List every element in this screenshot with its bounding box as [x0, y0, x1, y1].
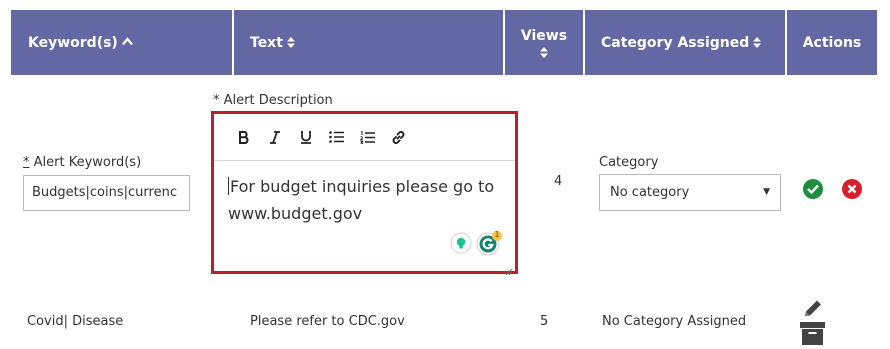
- edit-pencil-icon[interactable]: [800, 300, 826, 324]
- editor-toolbar: [214, 114, 515, 161]
- description-editor[interactable]: For budget inquiries please go to www.bu…: [211, 111, 518, 276]
- lightbulb-icon[interactable]: [450, 232, 472, 258]
- header-views[interactable]: Views: [505, 10, 583, 75]
- header-category-label: Category Assigned: [601, 34, 750, 51]
- description-field-label: * Alert Description: [213, 93, 333, 108]
- sort-both-icon: [753, 37, 762, 48]
- bullet-list-icon[interactable]: [321, 125, 352, 149]
- row-text: Please refer to CDC.gov: [250, 314, 405, 329]
- check-icon[interactable]: [803, 179, 823, 199]
- sort-up-icon: [121, 36, 133, 49]
- description-line-2: www.budget.gov: [228, 204, 363, 223]
- grammarly-badge-count: 1: [494, 230, 500, 239]
- header-keywords[interactable]: Keyword(s): [11, 10, 232, 75]
- category-select[interactable]: No category ▼: [599, 174, 781, 211]
- dropdown-arrow-icon: ▼: [763, 187, 770, 197]
- header-text[interactable]: Text: [234, 10, 503, 75]
- description-line-1: For budget inquiries please go to: [230, 177, 495, 196]
- header-category[interactable]: Category Assigned: [585, 10, 785, 75]
- category-selected-value: No category: [610, 185, 690, 200]
- close-icon[interactable]: [842, 179, 862, 199]
- text-caret: [228, 177, 229, 195]
- keyword-label-text: Alert Keyword(s): [29, 155, 142, 170]
- grammarly-icon[interactable]: 1: [476, 230, 504, 260]
- edit-row-views: 4: [554, 174, 563, 189]
- editor-content[interactable]: For budget inquiries please go to www.bu…: [214, 161, 515, 239]
- row-keywords: Covid| Disease: [27, 314, 124, 329]
- header-text-label: Text: [250, 34, 283, 51]
- underline-icon[interactable]: [290, 125, 321, 149]
- sort-both-icon: [540, 46, 548, 58]
- header-views-label: Views: [520, 27, 568, 44]
- header-keywords-label: Keyword(s): [28, 34, 118, 51]
- italic-icon[interactable]: [259, 125, 290, 149]
- keyword-input[interactable]: Budgets|coins|currenc: [23, 175, 190, 211]
- category-field-label: Category: [599, 155, 659, 170]
- sort-both-icon: [286, 37, 295, 48]
- row-category: No Category Assigned: [602, 314, 747, 329]
- numbered-list-icon[interactable]: [352, 125, 383, 149]
- keyword-field-label: * Alert Keyword(s): [23, 155, 142, 170]
- resize-handle-icon[interactable]: [505, 261, 513, 276]
- header-actions-label: Actions: [802, 34, 862, 51]
- row-views: 5: [540, 314, 549, 329]
- bold-icon[interactable]: [228, 125, 259, 149]
- link-icon[interactable]: [383, 125, 414, 149]
- header-actions: Actions: [787, 10, 877, 75]
